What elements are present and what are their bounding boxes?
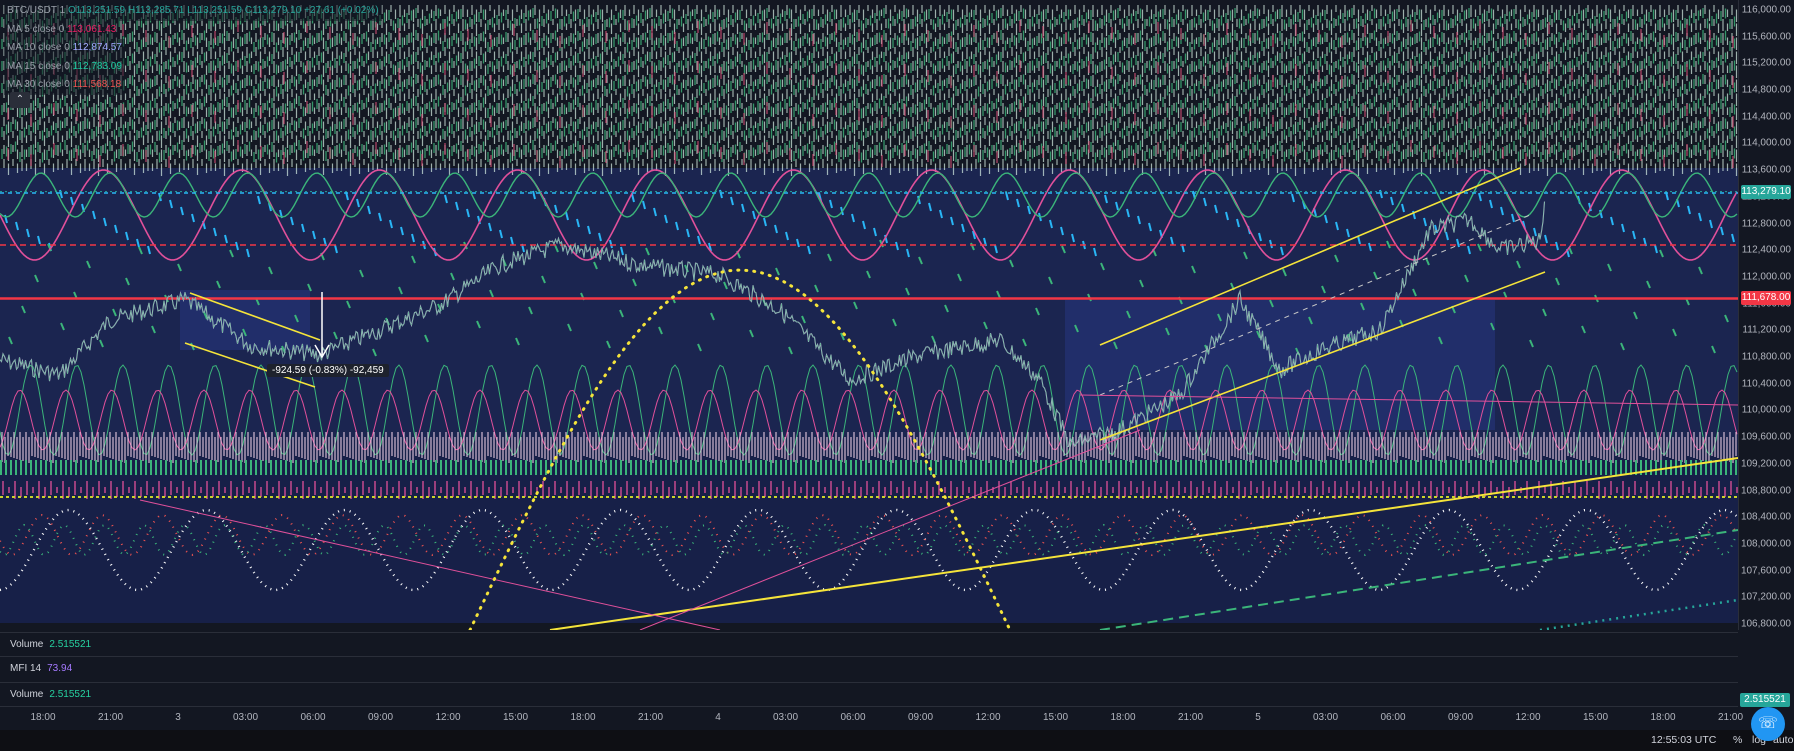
time-tick-label: 06:00 [300, 712, 326, 723]
ma10-legend[interactable]: MA 10 close 0 112,874.57 [4, 39, 125, 58]
time-tick-label: 09:00 [367, 712, 394, 723]
headset-icon[interactable]: ☏ [1751, 707, 1785, 741]
chart-legend: BTC/USDT 1 O113,251.59 H113,285.71 L113,… [4, 2, 382, 95]
measure-tool-label: -924.59 (-0.83%) -92,459 [267, 364, 389, 377]
price-tick-label: 110,000.00 [1741, 404, 1791, 416]
ohlc-values: O113,251.59 H113,285.71 L113,251.59 C113… [67, 5, 379, 16]
price-tick-label: 108,000.00 [1740, 538, 1791, 550]
symbol-name[interactable]: BTC/USDT [7, 5, 57, 16]
symbol-ohlc-row[interactable]: BTC/USDT 1 O113,251.59 H113,285.71 L113,… [4, 2, 382, 21]
price-tick-label: 111,200.00 [1742, 324, 1791, 336]
time-tick-label: 06:00 [840, 712, 866, 723]
price-tick-label: 108,800.00 [1740, 485, 1791, 497]
volume-pane-legend-2[interactable]: Volume 2.515521 [10, 689, 91, 700]
pane-separator[interactable] [0, 632, 1738, 633]
channel-fill [1065, 300, 1495, 430]
price-tick-label: 110,400.00 [1741, 378, 1791, 390]
price-tick-label: 107,200.00 [1740, 591, 1791, 603]
price-tick-label: 115,200.00 [1741, 57, 1791, 69]
utc-clock[interactable]: 12:55:03 UTC [1651, 734, 1716, 746]
percent-toggle[interactable]: % [1733, 734, 1742, 746]
main-price-chart[interactable]: BTC/USDT 1 O113,251.59 H113,285.71 L113,… [0, 0, 1738, 630]
time-tick-label: 03:00 [232, 712, 259, 723]
time-tick-label: 3 [175, 712, 181, 723]
price-chart-canvas[interactable] [0, 0, 1738, 630]
price-tick-label: 114,800.00 [1741, 84, 1791, 96]
ma15-legend[interactable]: MA 15 close 0 112,783.09 [4, 57, 125, 76]
time-axis[interactable]: 18:00 21:00 3 03:00 06:00 09:00 12:00 15:00 18:0… [0, 706, 1743, 729]
price-tick-label: 112,800.00 [1741, 218, 1791, 230]
time-tick-label: 21:00 [1177, 712, 1204, 723]
time-tick-label: 09:00 [1447, 712, 1474, 723]
price-tick-label: 109,200.00 [1740, 458, 1791, 470]
symbol-interval[interactable]: 1 [60, 5, 66, 16]
time-tick-label: 09:00 [907, 712, 934, 723]
time-tick-label: 03:00 [1312, 712, 1339, 723]
chevron-up-icon: ⌃ [15, 94, 25, 105]
status-footer: 12:55:03 UTC % log auto [0, 730, 1794, 751]
time-tick-label: 06:00 [1380, 712, 1406, 723]
ma5-legend[interactable]: MA 5 close 0 113,061.43 [4, 20, 120, 39]
time-tick-label: 21:00 [637, 712, 664, 723]
time-tick-label: 18:00 [570, 712, 596, 723]
time-tick-label: 18:00 [1110, 712, 1136, 723]
pane-separator[interactable] [0, 682, 1738, 683]
level-price-badge: 111,678.00 [1741, 291, 1791, 306]
price-axis[interactable]: 116,000.00 115,600.00 115,200.00 114,800.00… [1738, 0, 1794, 630]
time-tick-label: 21:00 [1717, 712, 1744, 723]
time-tick-label: 4 [715, 712, 721, 723]
price-tick-label: 112,400.00 [1741, 244, 1791, 256]
price-tick-label: 116,000.00 [1741, 4, 1791, 16]
time-tick-label: 18:00 [30, 712, 56, 723]
volume-value-badge: 2.515521 [1740, 693, 1790, 707]
price-tick-label: 108,400.00 [1740, 511, 1791, 523]
mfi-pane-legend[interactable]: MFI 14 73.94 [10, 663, 72, 674]
current-price-badge: 113,279.10 [1741, 184, 1791, 199]
price-tick-label: 109,600.00 [1740, 431, 1791, 443]
time-tick-label: 21:00 [97, 712, 124, 723]
price-tick-label: 114,400.00 [1741, 111, 1791, 123]
time-tick-label: 18:00 [1650, 712, 1676, 723]
time-tick-label: 15:00 [502, 712, 529, 723]
price-tick-label: 112,000.00 [1741, 271, 1791, 283]
time-tick-label: 15:00 [1042, 712, 1069, 723]
price-tick-label: 106,800.00 [1740, 618, 1791, 630]
price-tick-label: 110,800.00 [1741, 351, 1791, 363]
time-tick-label: 12:00 [1515, 712, 1541, 723]
collapse-legend-button[interactable]: ⌃ [10, 92, 30, 108]
price-tick-label: 113,600.00 [1741, 164, 1791, 176]
volume-pane-legend[interactable]: Volume 2.515521 [10, 639, 91, 650]
time-tick-label: 03:00 [772, 712, 799, 723]
price-tick-label: 115,600.00 [1741, 31, 1791, 43]
time-tick-label: 15:00 [1582, 712, 1609, 723]
time-tick-label: 5 [1255, 712, 1261, 723]
pane-separator[interactable] [0, 656, 1738, 657]
time-tick-label: 12:00 [975, 712, 1001, 723]
price-tick-label: 114,000.00 [1741, 137, 1791, 149]
time-tick-label: 12:00 [435, 712, 461, 723]
price-tick-label: 107,600.00 [1740, 565, 1791, 577]
